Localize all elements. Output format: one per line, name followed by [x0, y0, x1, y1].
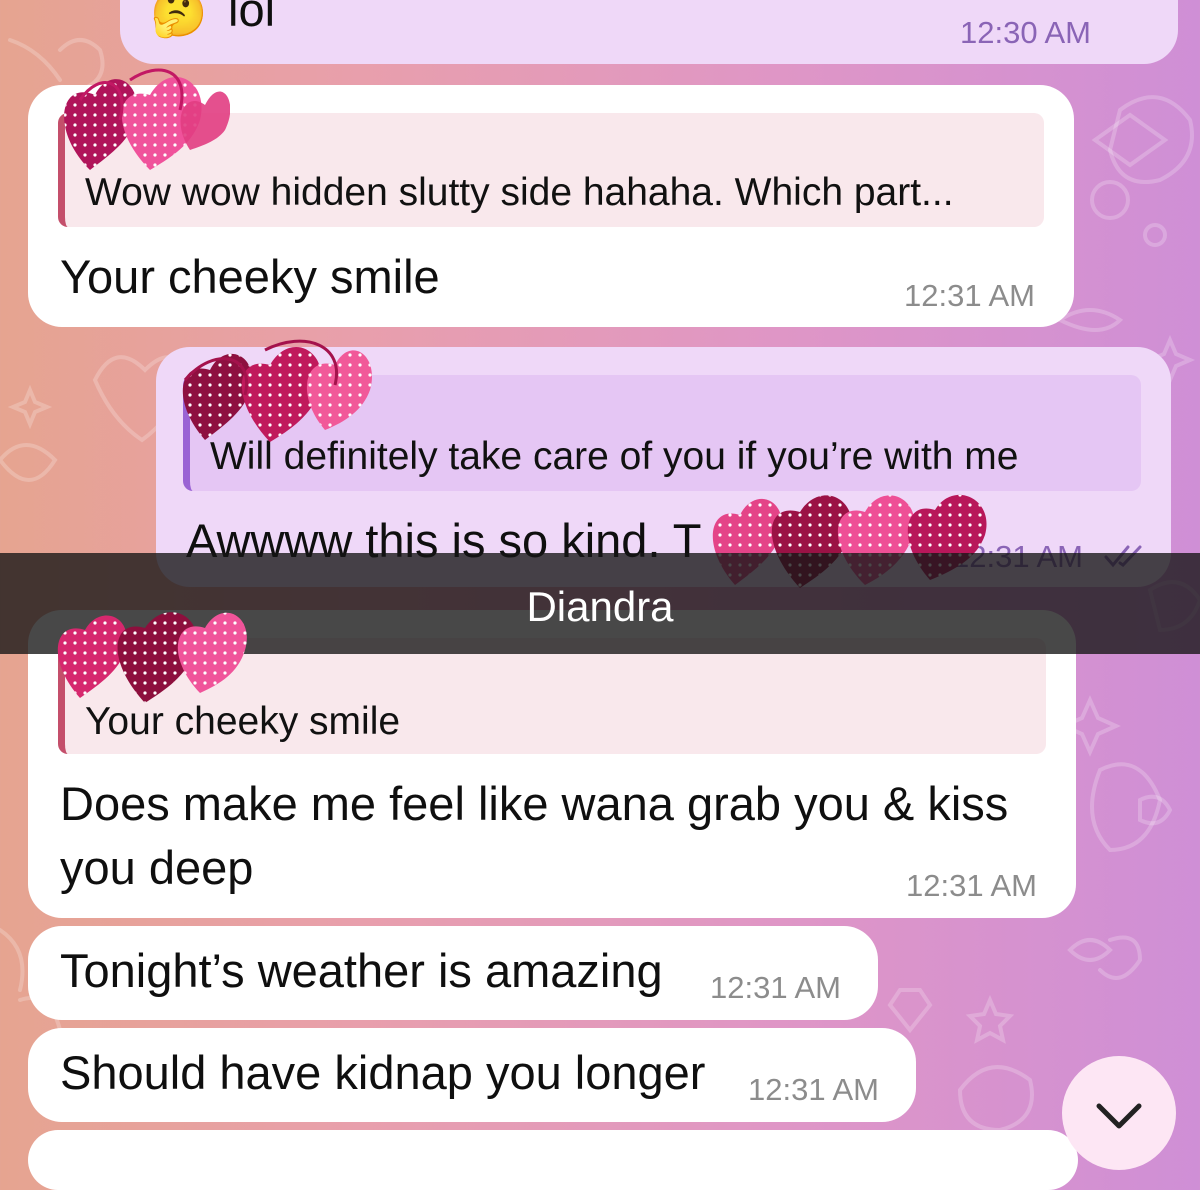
heart-scribble-sticker — [182, 339, 372, 442]
thinking-face-emoji: 🤔 — [150, 0, 208, 39]
message-text: Does make me feel like wana grab you & k… — [60, 777, 1009, 830]
message-time: 12:30 AM — [960, 15, 1091, 50]
message-bubble-outgoing[interactable]: 🤔 lol 12:30 AM — [120, 0, 1178, 64]
message-text: Your cheeky smile — [60, 250, 440, 303]
message-time: 12:31 AM — [710, 970, 841, 1005]
heart-scribble-sticker — [57, 612, 247, 703]
message-time: 12:31 AM — [906, 868, 1037, 903]
message-text: you deep — [60, 841, 254, 894]
message-text: Should have kidnap you longer — [60, 1046, 706, 1099]
message-bubble-incoming[interactable]: Tonight’s weather is amazing 12:31 AM — [28, 926, 878, 1020]
message-bubble-incoming[interactable] — [28, 1130, 1078, 1190]
message-time: 12:31 AM — [904, 278, 1035, 313]
message-text: lol — [228, 0, 276, 36]
chevron-down-icon — [1096, 1103, 1142, 1129]
heart-scribble-sticker — [64, 68, 230, 170]
message-text: Tonight’s weather is amazing — [60, 944, 663, 997]
message-time: 12:31 AM — [748, 1072, 879, 1107]
scroll-to-bottom-button[interactable] — [1062, 1056, 1176, 1170]
message-bubble-incoming[interactable]: Should have kidnap you longer 12:31 AM — [28, 1028, 916, 1122]
